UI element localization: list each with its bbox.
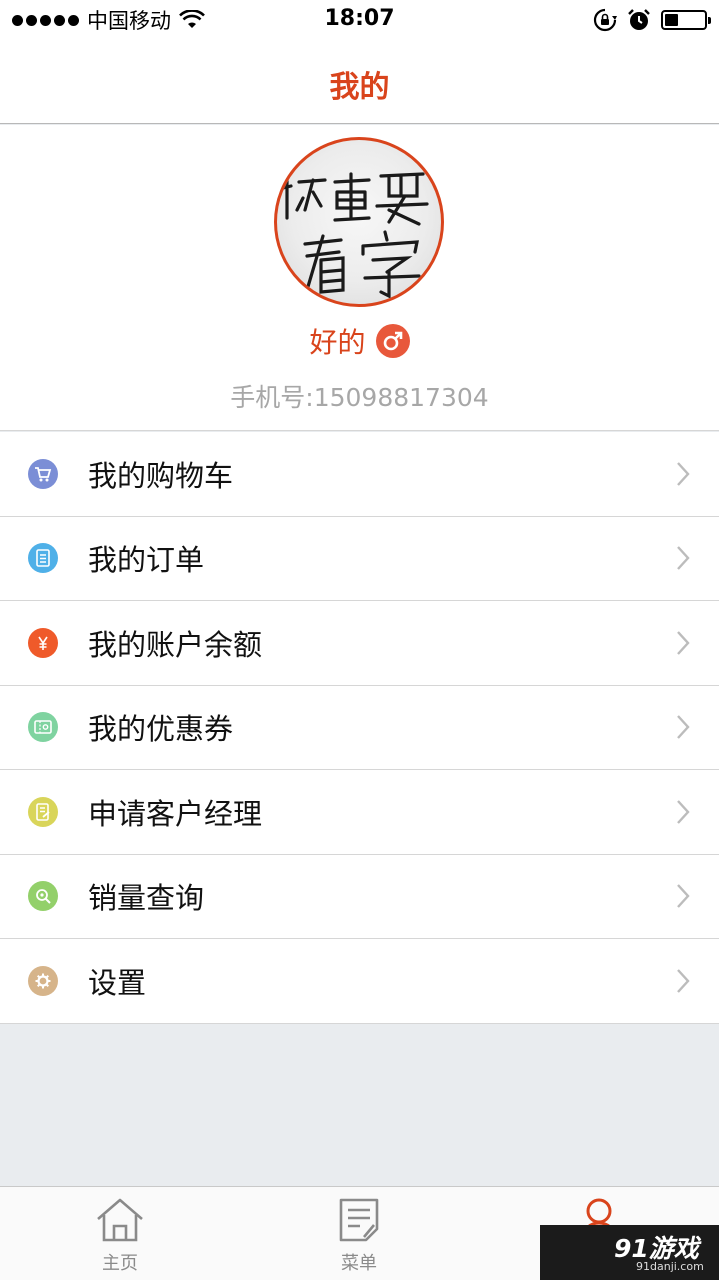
male-symbol-icon	[375, 324, 410, 358]
battery-level	[665, 14, 679, 26]
menu-item-label: 设置	[88, 965, 147, 1000]
chevron-right-icon	[677, 884, 690, 909]
tab-home[interactable]: 主页	[60, 1187, 180, 1280]
screen: 中国移动 18:07 我的 好的 手机号:15098817304 我的购物车 我…	[0, 0, 719, 1280]
page-title: 我的	[329, 70, 390, 105]
menu-document-icon	[339, 1198, 379, 1242]
menu-item-settings[interactable]: 设置	[0, 939, 719, 1024]
rotation-lock-icon	[593, 8, 617, 32]
menu-item-apply-account-manager[interactable]: 申请客户经理	[0, 770, 719, 855]
profile-header: 好的 手机号:15098817304	[0, 125, 719, 431]
battery-icon	[661, 10, 711, 30]
gear-icon	[28, 965, 58, 996]
order-list-icon	[28, 543, 58, 574]
menu-item-sales-query[interactable]: 销量查询	[0, 855, 719, 939]
avatar[interactable]	[274, 137, 444, 307]
menu-item-orders[interactable]: 我的订单	[0, 517, 719, 601]
menu-item-label: 我的订单	[88, 543, 205, 578]
tab-menu[interactable]: 菜单	[299, 1187, 419, 1280]
menu-item-label: 申请客户经理	[88, 796, 263, 831]
tab-label: 菜单	[341, 1253, 377, 1274]
menu-item-shopping-cart[interactable]: 我的购物车	[0, 432, 719, 517]
chevron-right-icon	[677, 968, 690, 993]
chevron-right-icon	[677, 799, 690, 824]
status-bar: 中国移动 18:07	[0, 0, 719, 40]
yuan-icon	[28, 627, 58, 658]
alarm-clock-icon	[628, 9, 650, 30]
tab-label: 主页	[102, 1253, 138, 1274]
search-sales-icon	[28, 881, 58, 912]
menu-item-coupons[interactable]: 我的优惠券	[0, 686, 719, 770]
chevron-right-icon	[677, 546, 690, 571]
menu-list: 我的购物车 我的订单 我的账户余额 我的优惠券 申请客户经理 销量查询 设置	[0, 432, 719, 1024]
chevron-right-icon	[677, 715, 690, 740]
site-watermark: 91游戏 91danji.com	[540, 1225, 719, 1280]
shopping-cart-icon	[28, 458, 58, 489]
watermark-url: 91danji.com	[636, 1260, 704, 1273]
menu-item-label: 我的购物车	[88, 458, 234, 493]
status-right	[593, 7, 711, 33]
phone-number: 手机号:15098817304	[230, 383, 489, 412]
menu-item-label: 我的优惠券	[88, 712, 234, 747]
chevron-right-icon	[677, 461, 690, 486]
navigation-bar: 我的	[0, 40, 719, 124]
chevron-right-icon	[677, 630, 690, 655]
nickname: 好的	[309, 326, 366, 359]
home-icon	[97, 1198, 143, 1242]
menu-item-label: 我的账户余额	[88, 627, 263, 662]
name-row: 好的	[0, 321, 719, 361]
coupon-icon	[28, 712, 58, 743]
menu-item-label: 销量查询	[88, 881, 205, 916]
avatar-handwriting-image	[281, 172, 429, 299]
apply-form-icon	[28, 796, 58, 827]
menu-item-account-balance[interactable]: 我的账户余额	[0, 601, 719, 686]
